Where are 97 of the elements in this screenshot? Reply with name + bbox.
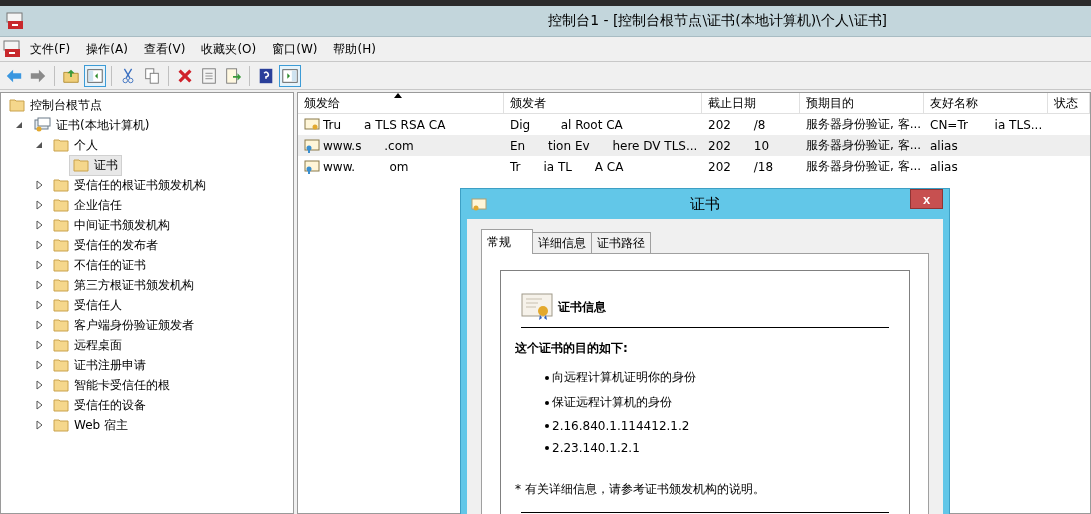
folder-icon <box>53 418 69 432</box>
bullet-icon <box>545 375 549 380</box>
menu-item[interactable]: 查看(V) <box>136 38 193 60</box>
column-header[interactable]: 截止日期 <box>702 93 800 113</box>
info-note: * 有关详细信息，请参考证书颁发机构的说明。 <box>515 481 766 498</box>
tree-item[interactable]: Web 宿主 <box>49 414 132 436</box>
folder-icon <box>9 98 25 112</box>
column-header[interactable]: 友好名称 <box>924 93 1048 113</box>
table-cell-text: alias <box>929 138 959 153</box>
table-cell-text: 服务器身份验证, 客... <box>805 137 923 154</box>
table-cell-text: 202 /8 <box>707 117 767 132</box>
tree-item[interactable]: 个人 <box>49 134 102 156</box>
table-cell-text: CN=Tr ia TLS... <box>929 117 1044 132</box>
menu-item[interactable]: 收藏夹(O) <box>194 38 264 60</box>
table-cell-text: 服务器身份验证, 客... <box>805 158 923 175</box>
table-cell-text: En tion Ev here DV TLS... <box>509 138 699 153</box>
certificate-store-icon <box>33 117 51 133</box>
certificate-icon <box>304 117 320 132</box>
certificate-icon <box>521 293 553 321</box>
folder-icon <box>53 198 69 212</box>
console-icon <box>3 40 21 58</box>
show-tree-icon <box>86 66 104 85</box>
certificate-icon <box>471 198 487 212</box>
window-title: 控制台1 - [控制台根节点\证书(本地计算机)\个人\证书] <box>548 12 887 30</box>
tree-item[interactable]: 智能卡受信任的根 <box>49 374 174 396</box>
help-icon <box>257 66 275 85</box>
bullet-icon <box>545 424 549 428</box>
folder-icon <box>53 318 69 332</box>
purpose-item: 2.16.840.1.114412.1.2 <box>552 419 690 433</box>
table-cell-text: Tr ia TL A CA <box>509 159 625 174</box>
menu-item[interactable]: 帮助(H) <box>326 38 383 60</box>
tree-item[interactable]: 受信任的根证书颁发机构 <box>49 174 210 196</box>
tree-item[interactable]: 证书(本地计算机) <box>29 114 154 136</box>
folder-icon <box>53 378 69 392</box>
folder-icon <box>53 258 69 272</box>
folder-icon <box>53 338 69 352</box>
menu-item[interactable]: 文件(F) <box>23 38 78 60</box>
tab[interactable]: 证书路径 <box>591 232 651 254</box>
table-cell: Tru a TLS RSA CA <box>298 117 504 132</box>
app-icon <box>6 12 24 30</box>
expanded-arrow-icon[interactable] <box>35 141 43 149</box>
column-header[interactable]: 状态 <box>1048 93 1090 113</box>
properties-icon <box>200 66 218 85</box>
tree-item[interactable]: 中间证书颁发机构 <box>49 214 174 236</box>
export-list-icon <box>224 66 242 85</box>
table-cell-text: 服务器身份验证, 客... <box>805 116 923 133</box>
folder-icon <box>53 178 69 192</box>
tree-item[interactable]: 控制台根节点 <box>5 94 106 116</box>
table-cell-text: alias <box>929 159 959 174</box>
scissors-icon <box>119 66 137 85</box>
folder-icon <box>53 398 69 412</box>
show-action-pane-icon <box>281 66 299 85</box>
folder-icon <box>53 218 69 232</box>
column-header[interactable]: 颁发给 <box>298 93 504 113</box>
tree-item[interactable]: 受信任的发布者 <box>49 234 162 256</box>
table-cell: www. om <box>298 159 504 174</box>
menu-item[interactable]: 操作(A) <box>79 38 135 60</box>
bullet-icon <box>545 446 549 450</box>
purpose-item: 2.23.140.1.2.1 <box>552 441 640 455</box>
tree-item[interactable]: 远程桌面 <box>49 334 126 356</box>
tab[interactable]: 常规 <box>481 229 533 254</box>
tree-item[interactable]: 第三方根证书颁发机构 <box>49 274 198 296</box>
folder-icon <box>53 298 69 312</box>
copy-icon <box>143 66 161 85</box>
toolbar-button[interactable] <box>84 64 106 87</box>
tree-item[interactable]: 不信任的证书 <box>49 254 150 276</box>
column-header[interactable]: 颁发者 <box>504 93 702 113</box>
table-row[interactable]: www.s .com En tion Ev here DV TLS... 202 10 服务器身份验证, 客... alias <box>298 135 1090 156</box>
bullet-icon <box>545 400 549 405</box>
close-button[interactable]: x <box>910 189 943 209</box>
column-header[interactable]: 预期目的 <box>800 93 924 113</box>
folder-icon <box>53 358 69 372</box>
table-cell: www.s .com <box>298 138 504 153</box>
purpose-item: 向远程计算机证明你的身份 <box>552 369 696 386</box>
menu-item[interactable]: 窗口(W) <box>265 38 325 60</box>
table-cell-text: Dig al Root CA <box>509 117 624 132</box>
tree-item[interactable]: 受信任人 <box>49 294 126 316</box>
table-cell-text: 202 /18 <box>707 159 775 174</box>
certificate-key-icon <box>304 138 320 153</box>
sort-arrow-icon <box>394 93 402 98</box>
tree-item[interactable]: 客户端身份验证颁发者 <box>49 314 198 336</box>
expanded-arrow-icon[interactable] <box>15 121 23 129</box>
tree-item[interactable]: 证书注册申请 <box>49 354 150 376</box>
table-cell-text: 202 10 <box>707 138 771 153</box>
tree-item[interactable]: 受信任的设备 <box>49 394 150 416</box>
section-heading: 证书信息 <box>558 298 606 316</box>
folder-icon <box>53 278 69 292</box>
toolbar-button[interactable] <box>279 64 301 87</box>
folder-icon <box>53 238 69 252</box>
purpose-heading: 这个证书的目的如下: <box>515 340 629 357</box>
dialog-title: 证书 <box>690 194 720 214</box>
tree-item[interactable]: 企业信任 <box>49 194 126 216</box>
purpose-item: 保证远程计算机的身份 <box>552 394 672 411</box>
tree-item[interactable]: 证书 <box>69 154 122 176</box>
certificate-key-icon <box>304 159 320 174</box>
folder-icon <box>53 138 69 152</box>
folder-icon <box>73 158 89 172</box>
